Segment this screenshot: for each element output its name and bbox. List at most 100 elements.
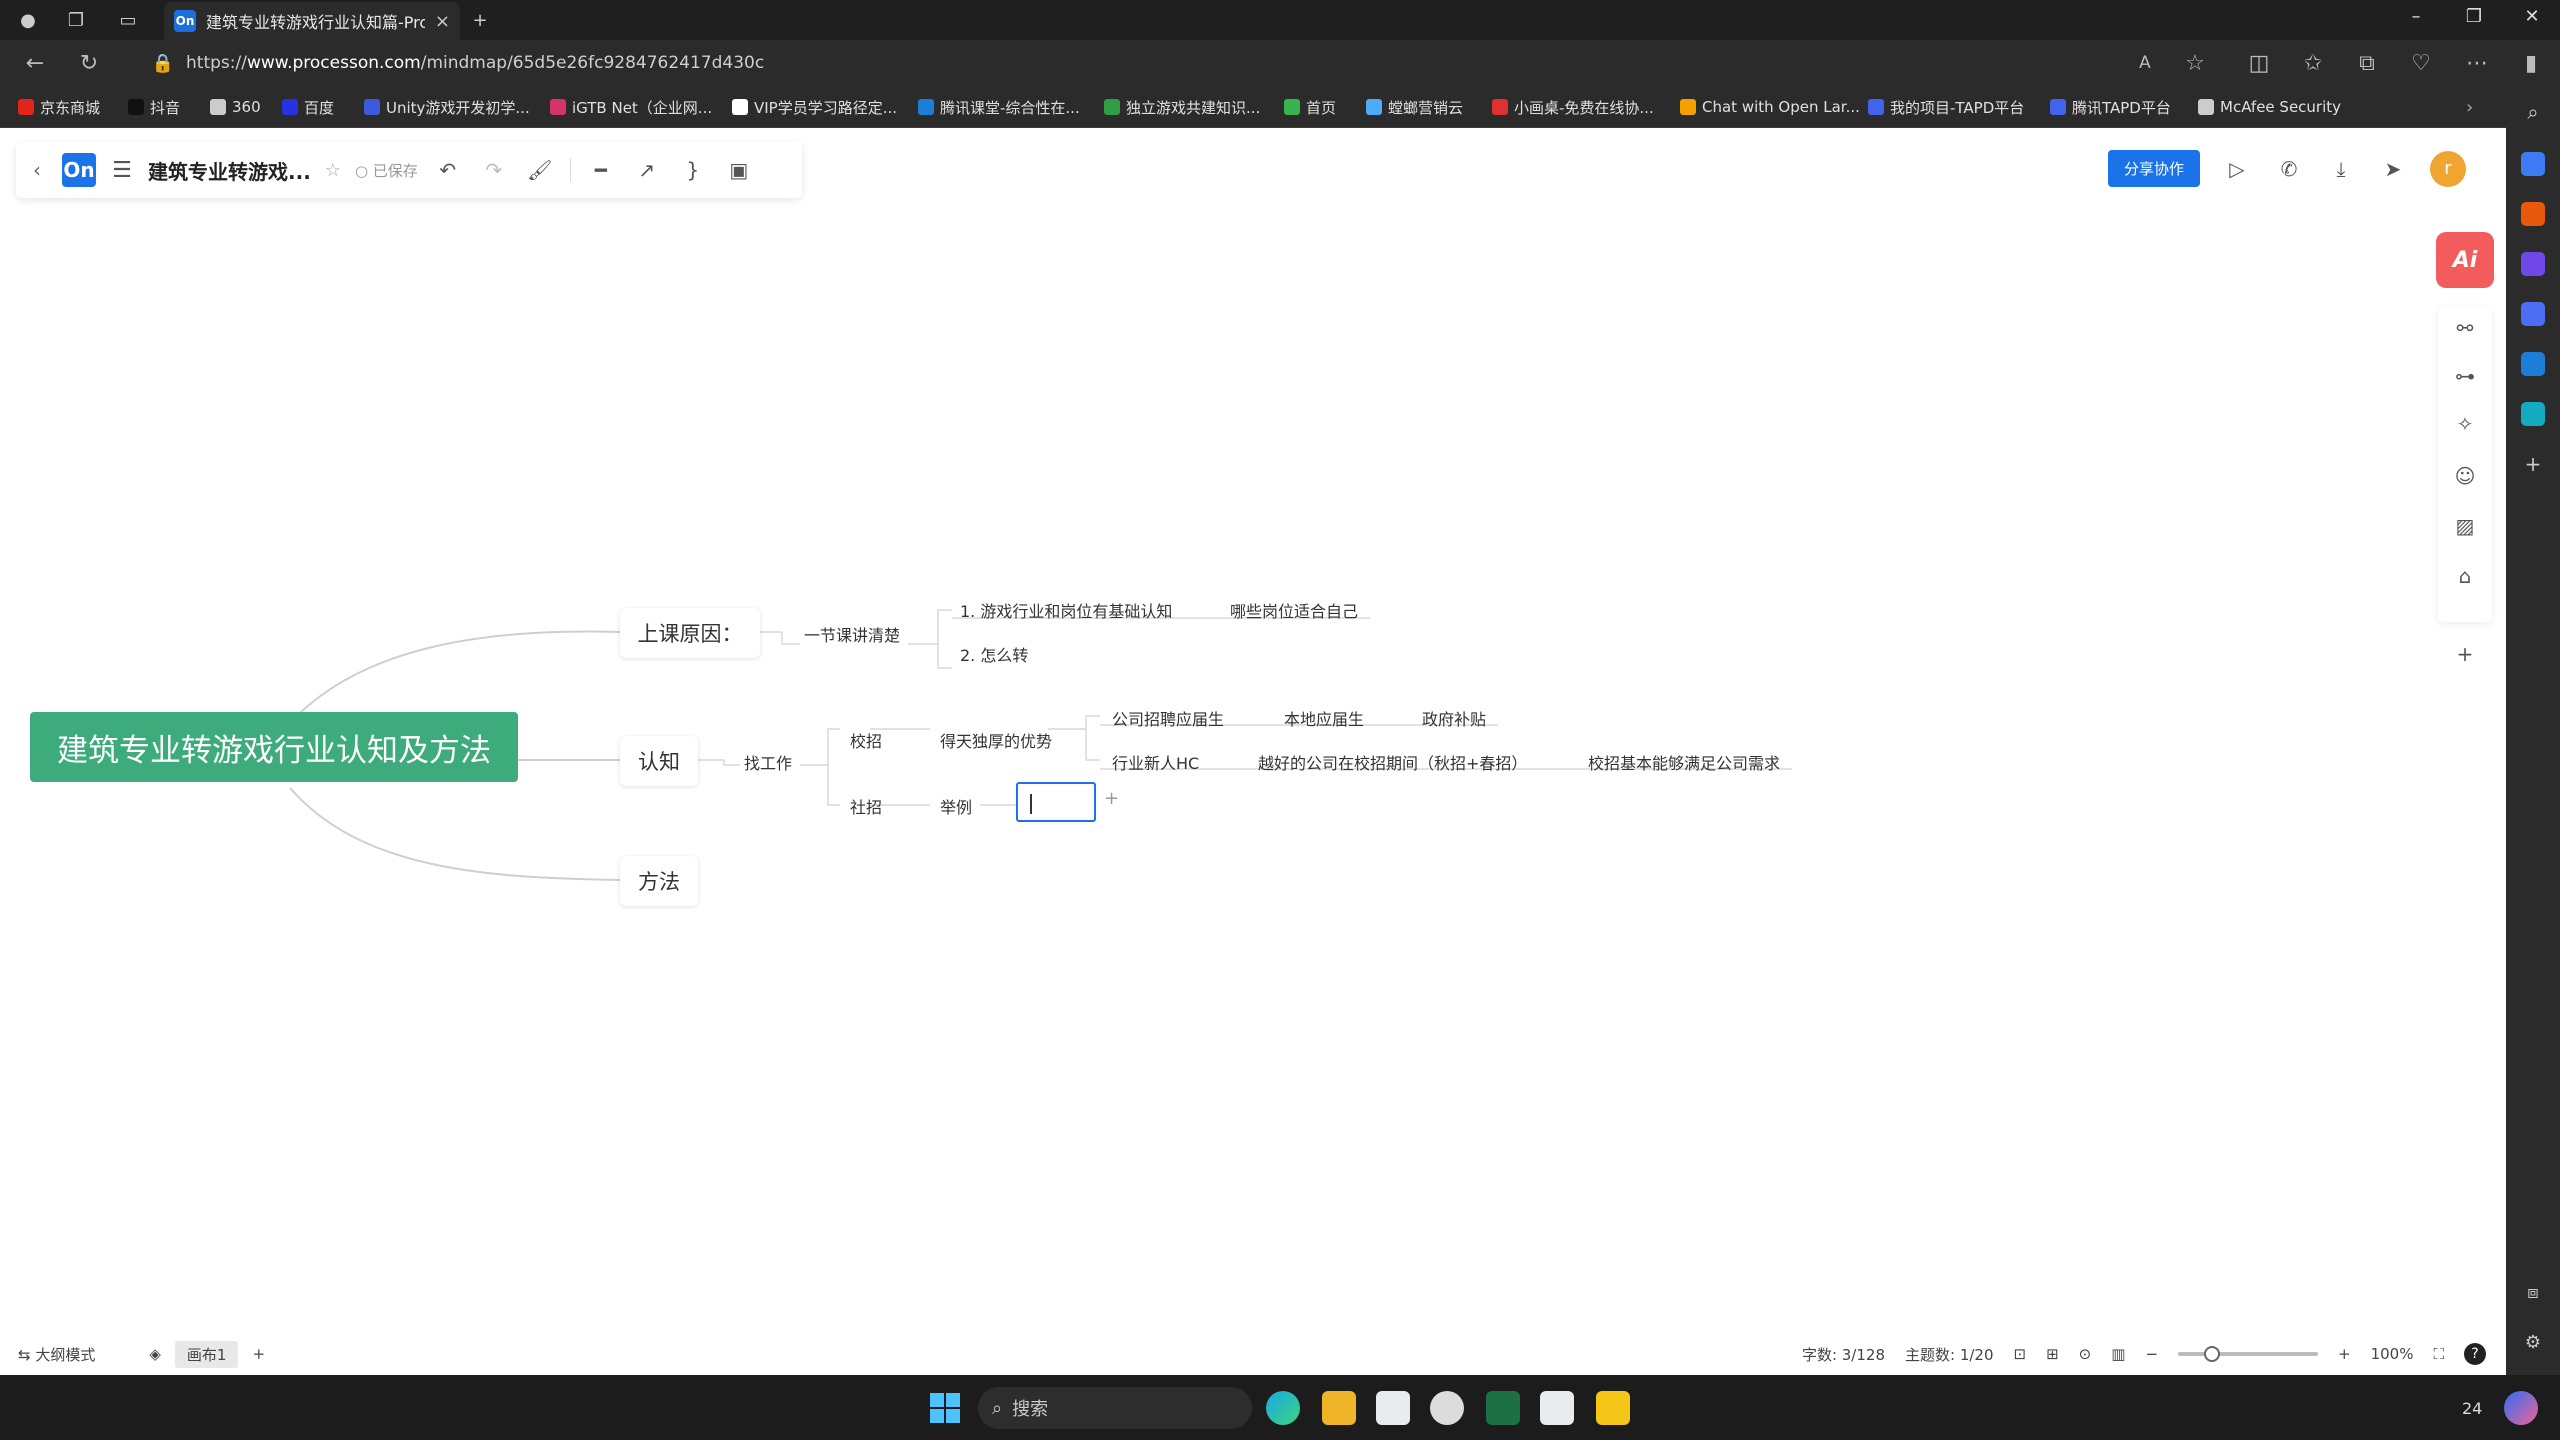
zoom-in-icon[interactable]: + xyxy=(2338,1345,2351,1363)
help-icon[interactable]: ? xyxy=(2464,1343,2486,1365)
excel-icon[interactable] xyxy=(1486,1391,1520,1425)
subtopic-how-to-switch[interactable]: 2. 怎么转 xyxy=(960,642,1028,666)
zoom-out-icon[interactable]: − xyxy=(2145,1345,2158,1363)
bookmarks-overflow-icon[interactable]: › xyxy=(2466,96,2473,118)
topic-method[interactable]: 方法 xyxy=(620,856,698,906)
subtopic-one-lesson[interactable]: 一节课讲清楚 xyxy=(804,622,900,646)
new-tab-icon[interactable]: + xyxy=(466,6,494,34)
bookmark-item[interactable]: Chat with Open Lar... xyxy=(1680,96,1860,118)
bookmark-item[interactable]: iGTB Net（企业网... xyxy=(550,96,712,118)
bookmark-item[interactable]: McAfee Security xyxy=(2198,96,2341,118)
split-screen-icon[interactable]: ◫ xyxy=(2244,48,2274,78)
subtopic-unique-advantage[interactable]: 得天独厚的优势 xyxy=(940,728,1052,752)
tray-text: 24 xyxy=(2462,1399,2483,1418)
sidebar-games-icon[interactable] xyxy=(2521,252,2545,276)
workspaces-icon[interactable]: ❐ xyxy=(62,6,90,34)
subtopic-example[interactable]: 举例 xyxy=(940,794,972,818)
layers-icon[interactable]: ◈ xyxy=(149,1345,161,1363)
topic-reason[interactable]: 上课原因： xyxy=(620,608,760,658)
tab-actions-icon[interactable]: ▭ xyxy=(114,6,142,34)
fullscreen-icon[interactable]: ⛶ xyxy=(2433,1345,2444,1363)
zoom-slider[interactable] xyxy=(2178,1346,2319,1362)
microsoft-store-icon[interactable] xyxy=(1376,1391,1410,1425)
bookmark-item[interactable]: 首页 xyxy=(1284,96,1336,118)
windows-start-icon[interactable] xyxy=(930,1393,960,1423)
locate-icon[interactable]: ⊙ xyxy=(2079,1345,2092,1363)
subtopic-campus[interactable]: 校招 xyxy=(850,728,882,752)
map-icon[interactable]: ▥ xyxy=(2111,1345,2125,1363)
subtopic-basic-cognition[interactable]: 1. 游戏行业和岗位有基础认知 xyxy=(960,598,1172,622)
profile-icon[interactable]: ● xyxy=(14,6,42,34)
subtopic-gov-subsidy[interactable]: 政府补贴 xyxy=(1422,706,1486,730)
sidebar-toggle-icon[interactable]: ▮ xyxy=(2516,48,2546,78)
collections-icon[interactable]: ⧉ xyxy=(2352,48,2382,78)
sidebar-telegram-icon[interactable] xyxy=(2521,402,2545,426)
connector-line xyxy=(758,631,800,645)
browser-tab-active[interactable]: On 建筑专业转游戏行业认知篇-Proc × xyxy=(164,2,460,40)
bookmark-item[interactable]: 百度 xyxy=(282,96,334,118)
app-pin-icon[interactable] xyxy=(1430,1391,1464,1425)
bookmark-icon xyxy=(732,99,748,115)
sidebar-add-icon[interactable]: + xyxy=(2521,452,2545,476)
zoom-slider-knob[interactable] xyxy=(2204,1346,2221,1362)
bookmark-icon xyxy=(550,99,566,115)
connector-line xyxy=(698,759,740,766)
app-window-icon[interactable] xyxy=(1540,1391,1574,1425)
sidebar-outlook-icon[interactable] xyxy=(2521,352,2545,376)
bookmark-item[interactable]: 360 xyxy=(210,96,261,118)
add-sheet-icon[interactable]: + xyxy=(252,1345,265,1363)
subtopic-company-grad[interactable]: 公司招聘应届生 xyxy=(1112,706,1224,730)
back-icon[interactable]: ← xyxy=(20,48,50,78)
layout-icon[interactable]: ⊞ xyxy=(2046,1345,2059,1363)
bookmark-item[interactable]: 螳螂营销云 xyxy=(1366,96,1463,118)
mindmap-root-node[interactable]: 建筑专业转游戏行业认知及方法 xyxy=(30,712,518,782)
notes-app-icon[interactable] xyxy=(1596,1391,1630,1425)
restore-icon[interactable]: ❐ xyxy=(2460,6,2488,27)
topic-cognition[interactable]: 认知 xyxy=(620,736,698,786)
subtopic-which-positions[interactable]: 哪些岗位适合自己 xyxy=(1230,598,1358,622)
subtopic-better-company[interactable]: 越好的公司在校招期间（秋招+春招） xyxy=(1258,750,1527,774)
add-subtopic-icon[interactable]: + xyxy=(1104,788,1119,809)
tab-close-icon[interactable]: × xyxy=(435,11,450,32)
sidebar-search-icon[interactable]: ⌕ xyxy=(2521,100,2545,124)
favorites-icon[interactable]: ✩ xyxy=(2298,48,2328,78)
sidebar-settings-icon[interactable]: ⚙ xyxy=(2521,1332,2545,1356)
browser-tab-bar: ● ❐ ▭ On 建筑专业转游戏行业认知篇-Proc × + – ❐ ✕ xyxy=(0,0,2560,40)
performance-icon[interactable]: ♡ xyxy=(2406,48,2436,78)
fit-icon[interactable]: ⊡ xyxy=(2014,1345,2027,1363)
bookmark-item[interactable]: 腾讯课堂-综合性在... xyxy=(918,96,1080,118)
bookmark-item[interactable]: 腾讯TAPD平台 xyxy=(2050,96,2171,118)
subtopic-newcomer-hc[interactable]: 行业新人HC xyxy=(1112,750,1199,774)
more-menu-icon[interactable]: ⋯ xyxy=(2462,48,2492,78)
sidebar-screenshot-icon[interactable]: ⧈ xyxy=(2521,1282,2545,1306)
outline-mode-button[interactable]: ⇆ 大纲模式 xyxy=(18,1344,95,1365)
bookmark-item[interactable]: 独立游戏共建知识... xyxy=(1104,96,1260,118)
favorite-star-icon[interactable]: ☆ xyxy=(2180,48,2210,78)
copilot-tray-icon[interactable] xyxy=(2504,1391,2538,1425)
close-window-icon[interactable]: ✕ xyxy=(2518,6,2546,27)
refresh-icon[interactable]: ↻ xyxy=(74,48,104,78)
bookmark-item[interactable]: 小画桌-免费在线协... xyxy=(1492,96,1654,118)
sidebar-tools-icon[interactable] xyxy=(2521,202,2545,226)
subtopic-social[interactable]: 社招 xyxy=(850,794,882,818)
sidebar-copilot-icon[interactable] xyxy=(2521,302,2545,326)
bookmark-item[interactable]: 抖音 xyxy=(128,96,180,118)
read-aloud-icon[interactable]: A xyxy=(2130,48,2160,78)
taskbar-search[interactable]: ⌕ 搜索 xyxy=(978,1387,1252,1429)
bookmark-item[interactable]: Unity游戏开发初学... xyxy=(364,96,530,118)
minimize-icon[interactable]: – xyxy=(2402,6,2430,27)
bookmark-item[interactable]: VIP学员学习路径定... xyxy=(732,96,897,118)
new-topic-input[interactable] xyxy=(1016,782,1096,822)
edge-browser-icon[interactable] xyxy=(1266,1391,1300,1425)
bookmark-icon xyxy=(2198,99,2214,115)
subtopic-campus-basic[interactable]: 校招基本能够满足公司需求 xyxy=(1588,750,1780,774)
url-field[interactable]: 🔒 https://www.processon.com/mindmap/65d5… xyxy=(140,46,2140,80)
subtopic-find-job[interactable]: 找工作 xyxy=(744,750,792,774)
bookmark-item[interactable]: 我的项目-TAPD平台 xyxy=(1868,96,2024,118)
bookmark-item[interactable]: 京东商城 xyxy=(18,96,100,118)
file-explorer-icon[interactable] xyxy=(1322,1391,1356,1425)
subtopic-local-grad[interactable]: 本地应届生 xyxy=(1284,706,1364,730)
sheet-tab[interactable]: 画布1 xyxy=(174,1340,239,1368)
sidebar-shopping-icon[interactable] xyxy=(2521,152,2545,176)
status-bar-right: 字数: 3/128 主题数: 1/20 ⊡ ⊞ ⊙ ▥ − + 100% ⛶ ? xyxy=(1802,1343,2486,1365)
